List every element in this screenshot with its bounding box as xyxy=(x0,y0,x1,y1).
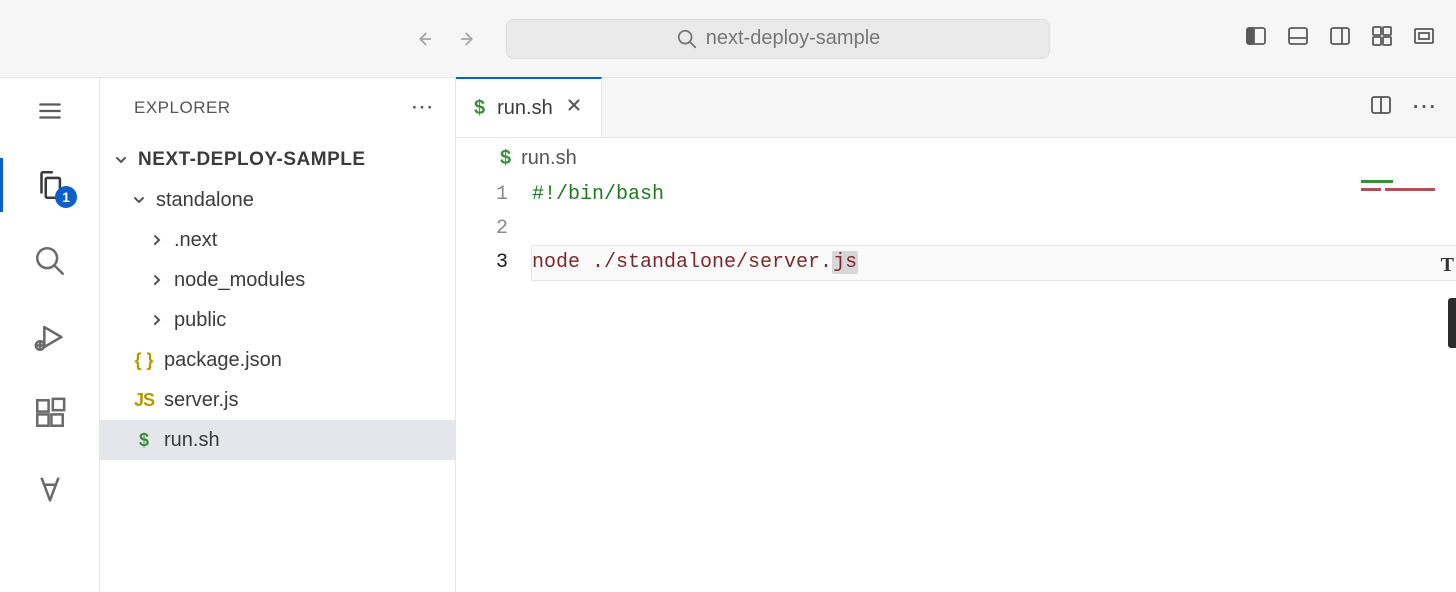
close-tab-button[interactable] xyxy=(565,96,583,120)
minimap-mark xyxy=(1361,188,1381,191)
editor-more-button[interactable]: ··· xyxy=(1413,97,1438,119)
tree-item-label: .next xyxy=(174,229,217,252)
chevron-right-icon xyxy=(148,232,166,248)
editor-area: $ run.sh ··· $ run.sh 1 #!/bin/bash 2 xyxy=(456,78,1456,592)
line-number: 1 xyxy=(456,178,532,212)
code-token: node xyxy=(532,251,580,274)
activity-run-debug[interactable] xyxy=(0,304,99,370)
explorer-title: EXPLORER xyxy=(134,98,231,118)
tab-label: run.sh xyxy=(497,97,553,120)
tree-root-label: NEXT-DEPLOY-SAMPLE xyxy=(138,149,366,171)
toggle-secondary-sidebar-icon[interactable] xyxy=(1328,24,1352,54)
toggle-panel-icon[interactable] xyxy=(1286,24,1310,54)
code-editor[interactable]: 1 #!/bin/bash 2 3 node ./standalone/serv… xyxy=(456,178,1456,592)
code-line-current[interactable]: 3 node ./standalone/server.js xyxy=(456,246,1456,280)
shell-file-icon: $ xyxy=(500,147,511,170)
explorer-sidebar: EXPLORER ··· NEXT-DEPLOY-SAMPLE standalo… xyxy=(100,78,456,592)
code-selection: js xyxy=(832,251,858,274)
file-tree: NEXT-DEPLOY-SAMPLE standalone .next node… xyxy=(100,138,455,460)
code-token: #!/bin/bash xyxy=(532,183,664,206)
chevron-right-icon xyxy=(148,272,166,288)
title-bar: next-deploy-sample xyxy=(0,0,1456,78)
tree-folder-node-modules[interactable]: node_modules xyxy=(100,260,455,300)
line-number: 3 xyxy=(456,246,532,280)
activity-extensions[interactable] xyxy=(0,380,99,446)
tree-item-label: public xyxy=(174,309,226,332)
shell-file-icon: $ xyxy=(132,430,156,451)
layout-controls xyxy=(1244,24,1436,54)
toggle-primary-sidebar-icon[interactable] xyxy=(1244,24,1268,54)
breadcrumb-file: run.sh xyxy=(521,147,577,170)
minimap[interactable]: T xyxy=(1350,178,1456,592)
fullscreen-icon[interactable] xyxy=(1412,24,1436,54)
json-file-icon: { } xyxy=(132,350,156,371)
minimap-cursor-icon: T xyxy=(1441,254,1454,277)
explorer-badge: 1 xyxy=(55,186,77,208)
customize-layout-icon[interactable] xyxy=(1370,24,1394,54)
go-forward-button[interactable] xyxy=(456,26,482,52)
go-back-button[interactable] xyxy=(410,26,436,52)
editor-tab-run-sh[interactable]: $ run.sh xyxy=(456,77,602,137)
line-number: 2 xyxy=(456,212,532,246)
activity-bar: 1 xyxy=(0,78,100,592)
command-center-search[interactable]: next-deploy-sample xyxy=(506,19,1050,59)
chevron-right-icon xyxy=(148,312,166,328)
shell-file-icon: $ xyxy=(474,97,485,120)
activity-search[interactable] xyxy=(0,228,99,294)
tab-bar: $ run.sh ··· xyxy=(456,78,1456,138)
activity-explorer[interactable]: 1 xyxy=(0,152,99,218)
tree-root[interactable]: NEXT-DEPLOY-SAMPLE xyxy=(100,140,455,180)
activity-aws[interactable] xyxy=(0,456,99,522)
explorer-header: EXPLORER ··· xyxy=(100,78,455,138)
code-token: ./standalone/server. xyxy=(580,251,832,274)
tree-item-label: package.json xyxy=(164,349,282,372)
menu-button[interactable] xyxy=(37,92,63,142)
tree-item-label: node_modules xyxy=(174,269,305,292)
tree-file-package-json[interactable]: { } package.json xyxy=(100,340,455,380)
breadcrumb[interactable]: $ run.sh xyxy=(456,138,1456,178)
main-area: 1 EXPLORER ··· NEXT-DEPLOY-SAMPLE s xyxy=(0,78,1456,592)
code-line[interactable]: 1 #!/bin/bash xyxy=(456,178,1456,212)
tree-item-label: run.sh xyxy=(164,429,220,452)
tree-file-run-sh[interactable]: $ run.sh xyxy=(100,420,455,460)
command-center-label: next-deploy-sample xyxy=(706,27,881,50)
split-editor-button[interactable] xyxy=(1369,93,1393,123)
nav-arrows xyxy=(410,26,482,52)
js-file-icon: JS xyxy=(132,390,156,411)
code-line[interactable]: 2 xyxy=(456,212,1456,246)
explorer-more-button[interactable]: ··· xyxy=(412,98,435,118)
chevron-down-icon xyxy=(130,192,148,208)
tree-folder-public[interactable]: public xyxy=(100,300,455,340)
tree-folder-standalone[interactable]: standalone xyxy=(100,180,455,220)
tree-item-label: server.js xyxy=(164,389,238,412)
tree-file-server-js[interactable]: JS server.js xyxy=(100,380,455,420)
chevron-down-icon xyxy=(112,152,130,168)
minimap-mark xyxy=(1385,188,1435,191)
editor-actions: ··· xyxy=(1369,78,1438,138)
tree-folder-next[interactable]: .next xyxy=(100,220,455,260)
tree-item-label: standalone xyxy=(156,189,254,212)
minimap-mark xyxy=(1361,180,1393,183)
